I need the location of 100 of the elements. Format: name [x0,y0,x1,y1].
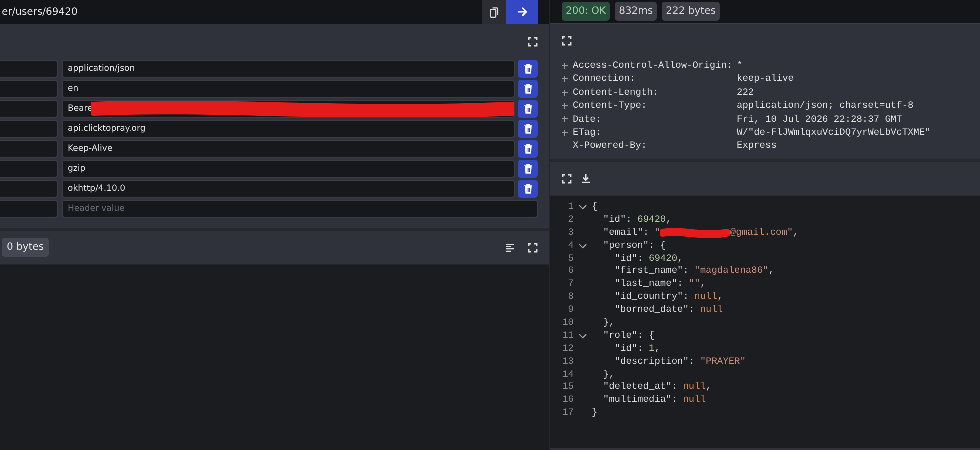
delete-button[interactable] [518,120,538,138]
line-number: 8 [567,291,574,304]
trash-icon [524,64,532,74]
code-line: }, [602,368,615,382]
line-number: 16 [562,394,574,408]
fullscreen-icon[interactable] [528,36,538,46]
plus-icon[interactable] [562,116,568,122]
time-badge: 832ms [615,2,658,21]
header-name: Content-Length: [573,86,660,100]
code-line: "id_country": null, [614,291,724,304]
header-value: keep-alive [737,72,794,86]
code-line: }, [602,317,615,330]
code-line: "first_name": "magdalena86", [614,265,774,278]
code-line: "deleted_at": null, [602,381,712,394]
trash-icon [524,144,532,154]
line-number: 6 [567,265,574,278]
header-value-field[interactable]: gzip [62,160,515,178]
plus-icon[interactable] [562,130,568,136]
header-name: ETag: [573,126,603,140]
header-value-field[interactable]: en [62,80,515,98]
plus-icon[interactable] [562,76,568,82]
code-line: "id": 69420, [602,214,672,227]
header-value-field[interactable]: Header value [62,200,538,218]
line-number: 12 [562,342,574,356]
header-key-field[interactable] [0,180,58,198]
delete-button[interactable] [518,80,538,98]
line-number: 10 [562,317,574,330]
fullscreen-icon[interactable] [528,242,538,252]
header-value-field[interactable]: Keep-Alive [62,140,515,158]
copy-button[interactable] [482,0,506,24]
header-key-field[interactable] [0,100,58,118]
plus-icon[interactable] [562,62,568,69]
line-number: 9 [567,304,574,318]
plus-icon[interactable] [562,90,568,96]
chevron-down-icon[interactable] [579,244,587,249]
header-value: Express [737,139,777,153]
header-key-field[interactable] [0,60,58,78]
trash-icon [524,184,532,194]
header-value: * [737,59,743,72]
fullscreen-icon[interactable] [562,174,572,184]
header-name: Date: [573,112,603,126]
trash-icon [524,84,532,94]
code-line: "multimedia": null [602,394,706,408]
header-value: W/"de-FlJWmlqxuVciDQ7yrWeLbVcTXME" [737,126,931,140]
header-value-field[interactable]: application/json [62,60,515,78]
header-value: 222 [737,86,754,100]
header-name: Content-Type: [573,99,648,113]
header-value: Fri, 10 Jul 2026 22:28:37 GMT [737,112,902,126]
delete-button[interactable] [518,100,538,118]
header-key-field[interactable] [0,140,58,158]
line-number: 4 [567,240,574,253]
line-number: 14 [562,368,574,382]
header-value-field[interactable]: api.clicktopray.org [62,120,515,138]
redaction-mark [660,226,730,239]
arrow-right-icon [516,7,528,17]
header-key-field[interactable] [0,80,58,98]
line-number: 11 [562,330,574,343]
header-key-field[interactable] [0,200,58,218]
format-icon[interactable] [505,242,515,252]
trash-icon [524,104,532,114]
send-button[interactable] [506,0,538,24]
download-icon[interactable] [581,174,591,184]
delete-button[interactable] [518,180,538,198]
trash-icon [524,164,532,174]
line-number: 2 [567,214,574,227]
line-number: 17 [562,407,574,420]
copy-icon [490,6,498,18]
chevron-down-icon[interactable] [579,204,587,210]
plus-icon[interactable] [562,102,568,109]
header-name: X-Powered-By: [573,139,648,153]
code-line: "last_name": "", [614,278,706,292]
chevron-down-icon[interactable] [579,334,587,339]
code-line: "borned_date": null [614,304,724,318]
code-line: "id": 1, [614,342,660,356]
header-name: Access-Control-Allow-Origin: [573,59,734,72]
line-number: 15 [562,381,574,394]
header-name: Connection: [573,72,637,86]
header-value-field[interactable]: okhttp/4.10.0 [62,180,515,198]
code-line: "id": 69420, [614,252,684,266]
fullscreen-icon[interactable] [562,36,572,46]
line-number: 13 [562,356,574,369]
code-line: { [592,201,598,214]
code-line: "email": " @gmail.com", [602,226,799,240]
delete-button[interactable] [518,60,538,78]
code-line: } [592,407,598,420]
delete-button[interactable] [518,140,538,158]
delete-button[interactable] [518,160,538,178]
header-value: application/json; charset=utf-8 [737,99,914,113]
status-badge: 200: OK [562,2,610,21]
code-line: "description": "PRAYER" [614,356,746,369]
header-key-field[interactable] [0,120,58,138]
line-number: 3 [567,226,574,240]
size-badge: 222 bytes [662,2,720,21]
size-badge: 0 bytes [2,238,50,257]
trash-icon [524,124,532,134]
line-number: 1 [567,201,574,214]
line-number: 5 [567,252,574,266]
code-line: "role": { [602,330,655,343]
header-key-field[interactable] [0,160,58,178]
code-line: "person": { [602,240,666,253]
